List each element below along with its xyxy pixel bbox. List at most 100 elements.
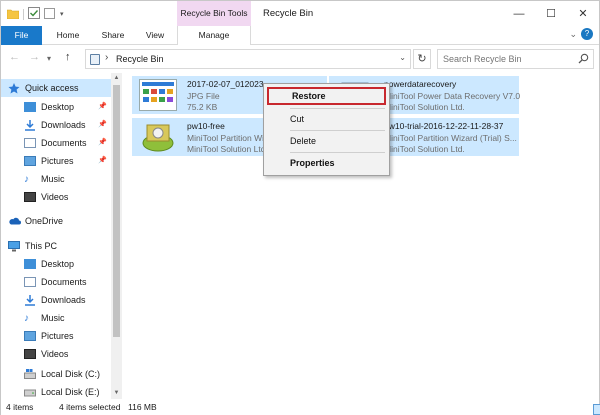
nav-label: Downloads (41, 295, 86, 305)
status-bar: 4 items 4 items selected 116 MB (1, 399, 600, 415)
tab-home[interactable]: Home (48, 26, 88, 45)
context-menu: Restore Cut Delete Properties (263, 83, 390, 176)
back-arrow-icon[interactable]: ← (9, 51, 20, 63)
desktop-icon (24, 259, 36, 269)
tab-share[interactable]: Share (93, 26, 133, 45)
download-arrow-icon (24, 120, 36, 131)
new-folder-icon[interactable] (44, 7, 56, 21)
up-arrow-icon[interactable]: ↑ (65, 51, 71, 63)
qa-dropdown-icon[interactable]: ▾ (60, 10, 64, 18)
nav-label: Music (41, 313, 65, 323)
pin-icon[interactable]: 📌 (98, 156, 107, 164)
nav-qa-desktop[interactable]: Desktop 📌 (1, 98, 111, 116)
drive-windows-icon (24, 369, 36, 379)
nav-qa-downloads[interactable]: Downloads 📌 (1, 116, 111, 134)
tab-view[interactable]: View (137, 26, 173, 45)
restore-menu-item[interactable]: Restore (267, 87, 386, 105)
pictures-icon (24, 156, 36, 166)
help-icon[interactable]: ? (581, 28, 593, 40)
music-note-icon: ♪ (24, 313, 29, 324)
pin-icon[interactable]: 📌 (98, 102, 107, 110)
nav-label: OneDrive (25, 216, 64, 226)
pin-icon[interactable]: 📌 (98, 120, 107, 128)
selected-size: 116 MB (128, 402, 157, 412)
search-input[interactable] (443, 50, 577, 68)
nav-label: Local Disk (C:) (41, 369, 101, 379)
address-row: ← → ▾ ↑ › Recycle Bin ⌄ ↻ (1, 45, 599, 72)
refresh-button[interactable]: ↻ (413, 49, 431, 69)
nav-label: Local Disk (E:) (41, 387, 100, 397)
nav-pc-documents[interactable]: Documents (1, 273, 111, 291)
nav-label: Desktop (41, 102, 75, 112)
nav-pc-downloads[interactable]: Downloads (1, 291, 111, 309)
music-note-icon: ♪ (24, 174, 29, 185)
nav-pc-pictures[interactable]: Pictures (1, 327, 111, 345)
nav-pc-desktop[interactable]: Desktop (1, 255, 111, 273)
menu-separator (290, 152, 385, 153)
large-icons-view-icon[interactable] (593, 404, 600, 415)
nav-qa-music[interactable]: ♪ Music (1, 170, 111, 188)
breadcrumb[interactable]: Recycle Bin (116, 54, 164, 64)
scroll-down-icon[interactable]: ▼ (111, 388, 122, 399)
item-count: 4 items (6, 402, 34, 412)
explorer-window: ▾ Recycle Bin Tools Recycle Bin — ☐ ✕ Fi… (0, 0, 600, 415)
nav-onedrive[interactable]: OneDrive (1, 212, 111, 230)
nav-pc-local-disk-c[interactable]: Local Disk (C:) (1, 365, 111, 383)
video-film-icon (24, 349, 36, 359)
document-icon (24, 277, 36, 287)
nav-pc-videos[interactable]: Videos (1, 345, 111, 363)
nav-this-pc[interactable]: This PC (1, 237, 111, 255)
recycle-bin-icon (90, 54, 100, 65)
search-box[interactable] (437, 49, 594, 69)
cut-menu-item[interactable]: Cut (267, 110, 386, 128)
close-button[interactable]: ✕ (567, 1, 599, 26)
pictures-icon (24, 331, 36, 341)
nav-label: Downloads (41, 120, 86, 130)
star-icon (8, 83, 20, 94)
nav-qa-pictures[interactable]: Pictures 📌 (1, 152, 111, 170)
nav-pc-music[interactable]: ♪ Music (1, 309, 111, 327)
address-bar[interactable]: › Recycle Bin ⌄ (85, 49, 411, 69)
ribbon-expand-icon[interactable]: ⌄ (569, 29, 577, 40)
maximize-button[interactable]: ☐ (535, 1, 567, 26)
cloud-icon (8, 216, 21, 226)
partition-wizard-icon (139, 121, 177, 153)
search-icon[interactable] (578, 53, 589, 66)
folder-icon[interactable] (6, 8, 20, 21)
recent-locations-icon[interactable]: ▾ (47, 54, 51, 63)
nav-label: Videos (41, 192, 69, 202)
file-name: pw10-free (187, 121, 225, 131)
file-type: JPG File (187, 91, 220, 101)
navigation-pane: Quick access Desktop 📌 Downloads 📌 Docum… (1, 73, 122, 399)
tab-file[interactable]: File (1, 26, 42, 45)
nav-qa-documents[interactable]: Documents 📌 (1, 134, 111, 152)
menu-separator (290, 108, 385, 109)
delete-menu-item[interactable]: Delete (267, 132, 386, 150)
nav-scrollbar[interactable]: ▲ ▼ (111, 73, 122, 399)
pin-icon[interactable]: 📌 (98, 138, 107, 146)
scrollbar-thumb[interactable] (113, 85, 120, 337)
forward-arrow-icon[interactable]: → (29, 51, 40, 63)
nav-quick-access[interactable]: Quick access (1, 79, 111, 97)
separator (23, 8, 24, 20)
ribbon-tabs: File Home Share View Manage ⌄ ? (1, 26, 599, 45)
desktop-icon (24, 102, 36, 112)
window-controls: — ☐ ✕ (503, 1, 599, 26)
computer-icon (8, 241, 20, 252)
tab-manage[interactable]: Manage (177, 26, 251, 45)
minimize-button[interactable]: — (503, 1, 535, 26)
scroll-up-icon[interactable]: ▲ (111, 73, 122, 84)
file-type: MiniTool Partition Wizard (Trial) S... (384, 133, 517, 143)
breadcrumb-separator[interactable]: › (105, 52, 108, 63)
address-dropdown-icon[interactable]: ⌄ (399, 53, 406, 62)
properties-menu-item[interactable]: Properties (267, 154, 386, 172)
nav-label: Pictures (41, 331, 74, 341)
properties-check-icon[interactable] (28, 7, 40, 21)
download-arrow-icon (24, 295, 36, 306)
title-bar: ▾ Recycle Bin Tools Recycle Bin — ☐ ✕ (1, 1, 599, 26)
file-type: MiniTool Power Data Recovery V7.0 (384, 91, 521, 101)
nav-qa-videos[interactable]: Videos (1, 188, 111, 206)
video-film-icon (24, 192, 36, 202)
menu-separator (290, 130, 385, 131)
document-icon (24, 138, 36, 148)
